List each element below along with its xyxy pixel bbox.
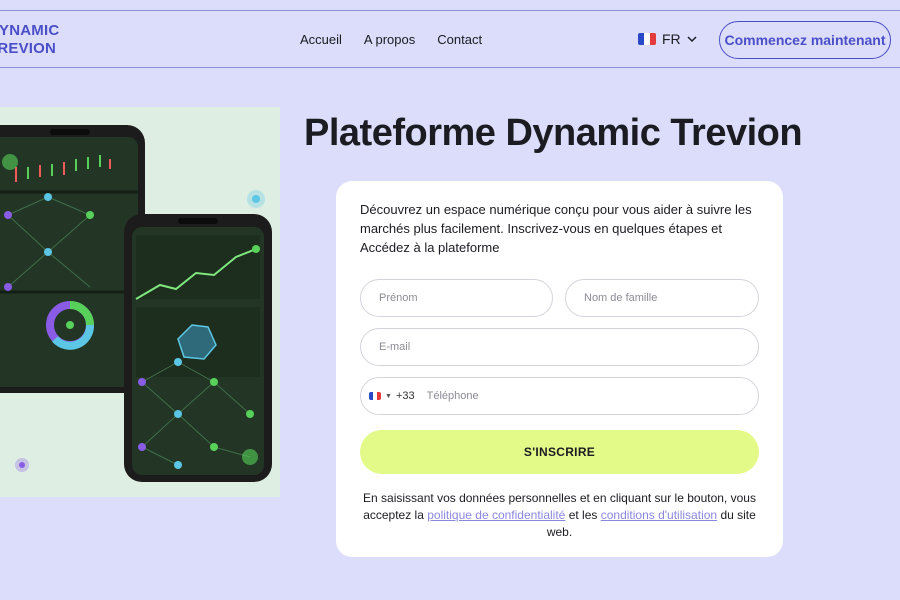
phone-field[interactable]: ▼ +33 — [360, 377, 759, 415]
logo[interactable]: DYNAMIC TREVION — [0, 22, 59, 58]
france-flag-icon — [638, 33, 656, 45]
nav-a-propos[interactable]: A propos — [364, 32, 415, 47]
logo-line-1: DYNAMIC — [0, 22, 60, 39]
phone-input[interactable] — [426, 390, 758, 402]
page-title: Plateforme Dynamic Trevion — [304, 112, 803, 154]
start-now-button[interactable]: Commencez maintenant — [719, 21, 891, 59]
last-name-field[interactable] — [565, 279, 759, 317]
privacy-policy-link[interactable]: politique de confidentialité — [427, 508, 565, 522]
logo-line-2: TREVION — [0, 40, 57, 57]
terms-of-use-link[interactable]: conditions d'utilisation — [601, 508, 717, 522]
phone-illustration — [0, 107, 280, 497]
legal-text-and: et les — [568, 508, 598, 522]
signup-button[interactable]: S'INSCRIRE — [360, 430, 759, 474]
signup-card: Découvrez un espace numérique conçu pour… — [336, 181, 783, 557]
first-name-field[interactable] — [360, 279, 553, 317]
france-flag-icon — [369, 392, 381, 400]
nav-contact[interactable]: Contact — [437, 32, 482, 47]
nav-accueil[interactable]: Accueil — [300, 32, 342, 47]
language-selector[interactable]: FR — [638, 31, 697, 47]
email-field[interactable] — [360, 328, 759, 366]
first-name-input[interactable] — [379, 292, 552, 304]
language-label: FR — [662, 31, 681, 47]
last-name-input[interactable] — [584, 292, 758, 304]
email-input[interactable] — [379, 341, 758, 353]
dropdown-arrow-icon: ▼ — [385, 392, 392, 400]
phone-code: +33 — [395, 390, 415, 402]
site-header: DYNAMIC TREVION Accueil A propos Contact… — [0, 10, 900, 68]
form-intro: Découvrez un espace numérique conçu pour… — [360, 202, 752, 255]
country-code-selector[interactable]: ▼ +33 — [369, 390, 415, 402]
main-nav: Accueil A propos Contact — [300, 32, 504, 47]
chevron-down-icon — [687, 36, 697, 43]
legal-notice: En saisissant vos données personnelles e… — [356, 490, 763, 541]
